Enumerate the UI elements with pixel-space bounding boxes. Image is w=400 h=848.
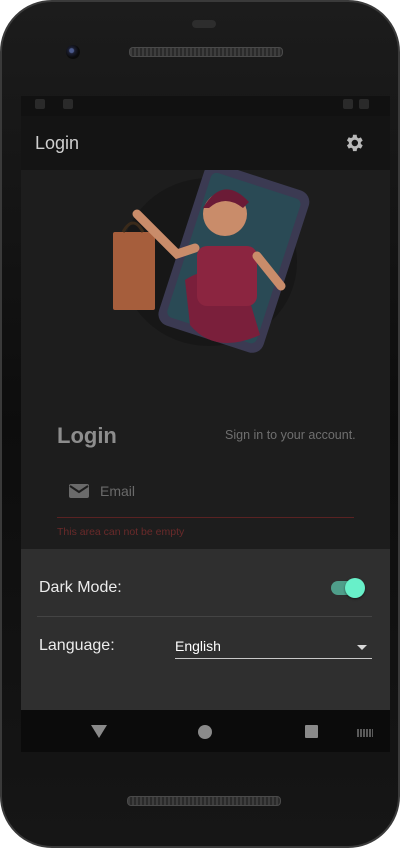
recents-icon[interactable] <box>305 725 318 738</box>
wifi-icon <box>343 99 353 109</box>
delivery-illustration <box>113 170 310 353</box>
mail-icon <box>69 484 89 498</box>
login-heading: Login <box>57 423 117 448</box>
status-icon <box>63 99 73 109</box>
login-content: Login Sign in to your account. Email Thi… <box>21 170 390 550</box>
back-icon[interactable] <box>91 725 107 738</box>
language-value: English <box>175 638 221 654</box>
dropdown-underline <box>175 658 372 659</box>
dropdown-arrow-icon <box>357 645 367 650</box>
dark-mode-toggle[interactable] <box>331 578 365 598</box>
home-icon[interactable] <box>198 725 212 739</box>
keyboard-icon[interactable] <box>357 729 373 737</box>
email-underline <box>57 517 354 518</box>
status-bar <box>21 96 390 116</box>
divider <box>37 616 372 617</box>
bottom-speaker <box>127 796 281 806</box>
email-error-text: This area can not be empty <box>57 526 185 538</box>
email-input[interactable]: Email <box>100 483 135 499</box>
dark-mode-label: Dark Mode: <box>39 579 122 596</box>
system-nav-bar <box>21 710 390 752</box>
battery-icon <box>359 99 369 109</box>
status-icon <box>35 99 45 109</box>
language-label: Language: <box>39 637 115 654</box>
app-screen: Login Login Sign in to your account. Ema… <box>21 96 390 710</box>
app-bar: Login <box>21 116 390 170</box>
phone-frame: Login Login Sign in to your account. Ema… <box>0 0 400 848</box>
login-subtitle: Sign in to your account. <box>225 428 356 442</box>
page-title: Login <box>35 133 80 153</box>
earpiece-speaker <box>129 47 283 57</box>
gear-icon[interactable] <box>343 132 365 154</box>
phone-sensor <box>192 20 216 28</box>
language-dropdown[interactable]: English <box>175 629 372 659</box>
front-camera <box>66 45 80 59</box>
settings-bottom-sheet: Dark Mode: Language: English <box>21 549 390 710</box>
toggle-thumb <box>345 578 365 598</box>
